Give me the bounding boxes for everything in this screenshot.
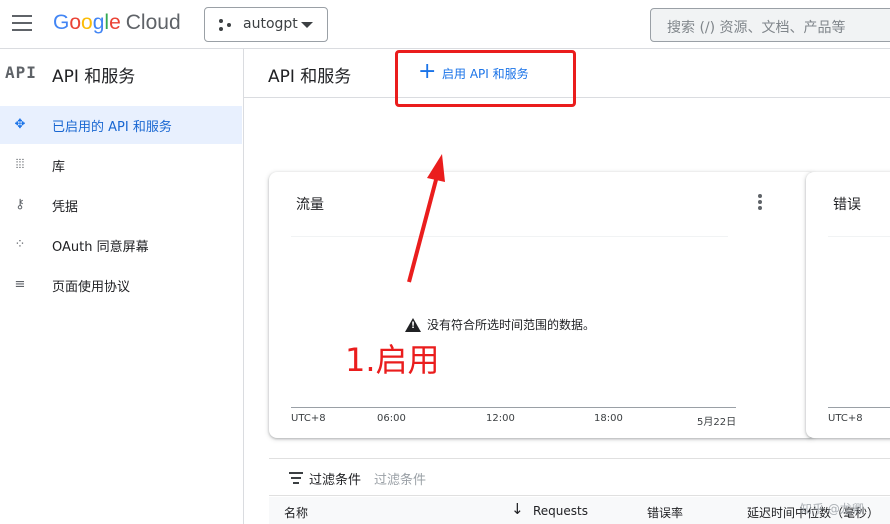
- column-header-requests[interactable]: Requests: [533, 504, 588, 518]
- menu-icon[interactable]: [12, 15, 32, 31]
- sidebar-item-label: 页面使用协议: [52, 280, 131, 295]
- caret-down-icon: [301, 22, 313, 28]
- table-header: 名称 ↓ Requests 错误率 延迟时间中位数（毫秒）: [269, 497, 890, 524]
- errors-card: 错误 UTC+8: [806, 172, 890, 438]
- annotation-highlight-box: [395, 50, 576, 107]
- sidebar-item-label: 库: [52, 160, 66, 175]
- sidebar-header: API API 和服务: [0, 49, 244, 97]
- annotation-arrow: [407, 154, 445, 283]
- x-tick-label: 5月22日: [697, 417, 737, 428]
- logo-google-text: Google: [53, 11, 121, 34]
- sidebar-item-label: 凭据: [52, 200, 79, 215]
- filter-bar: 过滤条件 过滤条件: [269, 458, 890, 496]
- x-tick-label: UTC+8: [291, 413, 326, 424]
- filter-icon[interactable]: [289, 472, 303, 484]
- x-tick-label: 06:00: [377, 413, 406, 424]
- project-icon: [219, 19, 233, 31]
- oauth-dots-icon: ⁘: [14, 237, 26, 252]
- key-icon: ⚷: [15, 197, 25, 212]
- traffic-card-title: 流量: [296, 197, 324, 213]
- logo-cloud-text: Cloud: [125, 11, 181, 34]
- google-cloud-logo[interactable]: Google Cloud: [53, 11, 181, 35]
- chart-x-axis: [291, 407, 736, 408]
- search-placeholder: 搜索 (/) 资源、文档、产品等: [667, 20, 846, 36]
- sidebar-item-label: 已启用的 API 和服务: [52, 120, 172, 135]
- filter-label[interactable]: 过滤条件: [309, 469, 361, 488]
- sidebar-item-library[interactable]: ⦙⦙⦙ 库: [0, 146, 242, 184]
- sidebar-item-label: OAuth 同意屏幕: [52, 240, 149, 255]
- top-bar: Google Cloud autogpt 搜索 (/) 资源、文档、产品等: [0, 0, 890, 49]
- chart-x-axis: [828, 407, 890, 408]
- no-data-message: ! 没有符合所选时间范围的数据。: [405, 314, 595, 333]
- search-input[interactable]: 搜索 (/) 资源、文档、产品等: [650, 8, 890, 42]
- sidebar: API API 和服务 ✥ 已启用的 API 和服务 ⦙⦙⦙ 库 ⚷ 凭据 ⁘ …: [0, 49, 244, 524]
- sidebar-item-enabled-apis[interactable]: ✥ 已启用的 API 和服务: [0, 106, 242, 144]
- sidebar-item-oauth[interactable]: ⁘ OAuth 同意屏幕: [0, 226, 242, 264]
- warning-icon: !: [405, 317, 421, 332]
- x-tick-label: 18:00: [594, 413, 623, 424]
- arrow-head: [427, 154, 445, 182]
- page-settings-icon: ≡: [14, 277, 26, 292]
- arrow-shaft: [407, 175, 439, 283]
- column-header-error-rate[interactable]: 错误率: [647, 504, 683, 521]
- chart-gridline: [291, 236, 728, 237]
- sidebar-item-credentials[interactable]: ⚷ 凭据: [0, 186, 242, 224]
- project-name: autogpt: [243, 16, 298, 32]
- x-tick-label: 12:00: [486, 413, 515, 424]
- watermark: 知乎 @龙卿: [800, 502, 864, 516]
- library-icon: ⦙⦙⦙: [15, 157, 25, 172]
- traffic-card: 流量 ! 没有符合所选时间范围的数据。 UTC+8 06:00 12:00 18:…: [269, 172, 816, 438]
- chart-gridline: [828, 236, 890, 237]
- x-tick-label: UTC+8: [828, 413, 863, 424]
- annotation-label: 1.启用: [345, 341, 440, 379]
- sort-descending-icon[interactable]: ↓: [511, 500, 524, 518]
- api-logo-icon: API: [5, 63, 37, 82]
- sidebar-item-page-agreement[interactable]: ≡ 页面使用协议: [0, 266, 242, 304]
- filter-input[interactable]: 过滤条件: [374, 469, 426, 488]
- no-data-text: 没有符合所选时间范围的数据。: [427, 318, 596, 332]
- column-header-name[interactable]: 名称: [284, 504, 308, 521]
- errors-card-title: 错误: [833, 197, 861, 213]
- api-diamond-icon: ✥: [14, 117, 26, 132]
- more-options-icon[interactable]: [758, 194, 762, 210]
- page-title: API 和服务: [268, 67, 352, 87]
- project-selector[interactable]: autogpt: [204, 7, 328, 42]
- sidebar-title: API 和服务: [52, 67, 136, 87]
